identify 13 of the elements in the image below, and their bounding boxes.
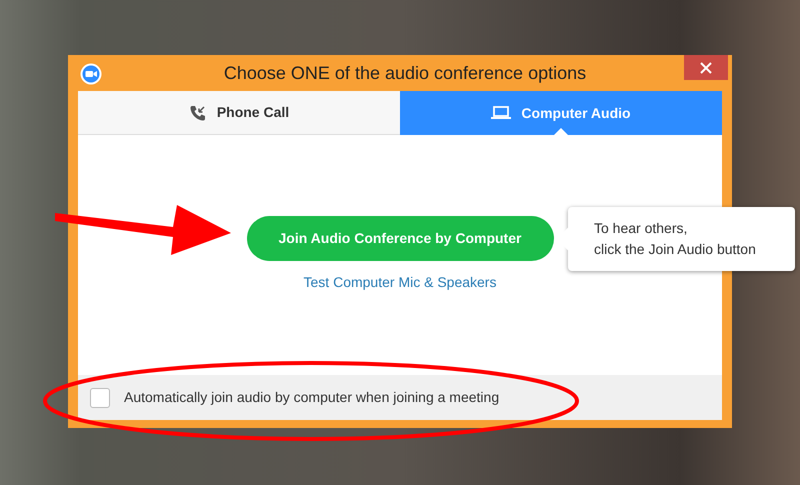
tooltip-text: To hear others, click the Join Audio button	[594, 219, 757, 259]
close-icon	[700, 62, 712, 74]
tab[interactable]: Computer Audio	[400, 91, 722, 135]
tab[interactable]: Phone Call	[78, 91, 400, 135]
video-camera-icon	[80, 63, 102, 85]
test-speakers-link[interactable]: Test Computer Mic & Speakers	[304, 272, 496, 293]
auto-join-label[interactable]: Automatically join audio by computer when joining a meeting	[124, 387, 500, 408]
laptop-icon	[491, 105, 512, 121]
window-title: Choose ONE of the audio conference options	[222, 62, 586, 85]
join-audio-button[interactable]: Join Audio Conference by Computer	[246, 216, 554, 261]
checkbox[interactable]	[90, 388, 110, 408]
close-button[interactable]	[684, 55, 728, 80]
phone-icon	[188, 104, 207, 122]
